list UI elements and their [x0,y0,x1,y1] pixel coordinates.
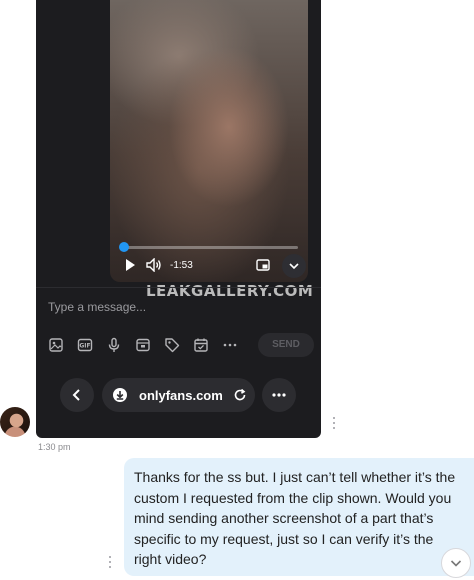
download-icon[interactable] [112,387,128,403]
message-timestamp: 1:30 pm [38,442,71,452]
browser-menu-button[interactable] [262,378,296,412]
image-icon[interactable] [48,337,64,353]
back-button[interactable] [60,378,94,412]
message-options-icon[interactable] [107,556,113,568]
svg-text:GIF: GIF [79,343,90,350]
play-icon[interactable] [123,258,137,272]
send-button[interactable]: SEND [258,333,314,357]
outgoing-message-bubble: Thanks for the ss but. I just can’t tell… [124,458,474,576]
browser-bar: onlyfans.com [36,370,321,422]
video-player[interactable]: -1:53 [110,0,308,282]
message-input[interactable] [48,298,228,316]
chevron-down-icon [450,560,462,567]
chevron-left-icon [72,389,80,401]
message-options-icon[interactable] [331,417,337,429]
divider [36,287,321,288]
more-icon[interactable] [222,337,238,353]
avatar[interactable] [0,407,30,437]
more-horizontal-icon [272,393,286,397]
video-time-remaining: -1:53 [170,260,193,271]
volume-icon[interactable] [146,257,162,273]
reload-icon[interactable] [233,388,247,402]
chevron-down-icon[interactable] [282,254,306,278]
calendar-icon[interactable] [193,337,209,353]
vault-icon[interactable] [135,337,151,353]
message-text: Thanks for the ss but. I just can’t tell… [134,469,456,567]
picture-in-picture-icon[interactable] [256,258,270,272]
video-progress-knob[interactable] [118,242,129,252]
video-progress-bar[interactable] [118,242,298,252]
scroll-to-bottom-button[interactable] [441,548,471,578]
address-bar[interactable]: onlyfans.com [102,378,255,412]
microphone-icon[interactable] [106,337,122,353]
gif-icon[interactable]: GIF [77,337,93,353]
url-text: onlyfans.com [139,388,223,403]
tag-icon[interactable] [164,337,180,353]
attached-screenshot[interactable]: -1:53 LEAKGALLERY.COM GIF SEND [36,0,321,438]
